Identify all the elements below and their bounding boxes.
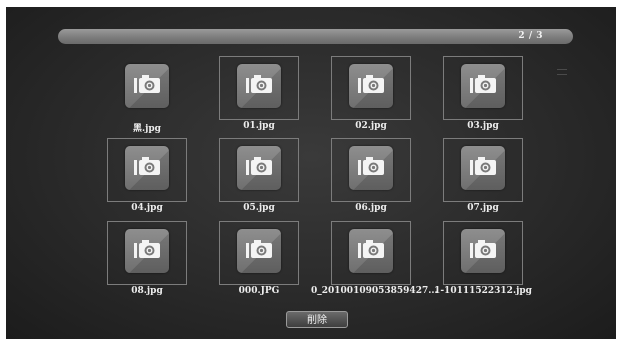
file-name-label: 05.jpg <box>243 203 275 213</box>
photo-camera-icon <box>237 229 281 273</box>
photo-camera-icon <box>125 64 169 108</box>
photo-camera-icon <box>237 146 281 190</box>
file-tile[interactable]: 04.jpg <box>107 138 187 218</box>
file-name-label: 1-10111522312.jpg <box>434 286 532 296</box>
file-browser-screen: 2 / 3 黑.jpg 01.jpg 02.jpg 03.jpg 04.jpg 05.jp… <box>6 7 616 339</box>
photo-camera-icon <box>461 229 505 273</box>
page-progress-bar: 2 / 3 <box>58 29 573 44</box>
file-tile[interactable]: 06.jpg <box>331 138 411 218</box>
photo-camera-icon <box>461 146 505 190</box>
file-tile[interactable]: 01.jpg <box>219 56 299 136</box>
photo-camera-icon <box>349 146 393 190</box>
file-name-label: 黑.jpg <box>133 124 161 134</box>
delete-button[interactable]: 削除 <box>286 311 348 328</box>
file-name-label: 000.JPG <box>238 286 280 296</box>
file-tile[interactable]: 02.jpg <box>331 56 411 136</box>
file-tile[interactable]: 000.JPG <box>219 221 299 301</box>
page-indicator: 2 / 3 <box>518 31 543 41</box>
scroll-hint-mark <box>557 69 567 75</box>
file-tile[interactable]: 07.jpg <box>443 138 523 218</box>
file-name-label: 04.jpg <box>131 203 163 213</box>
file-tile[interactable]: 03.jpg <box>443 56 523 136</box>
photo-camera-icon <box>237 64 281 108</box>
file-name-label: 08.jpg <box>131 286 163 296</box>
photo-camera-icon <box>349 229 393 273</box>
file-tile[interactable]: 0_20100109053859427... <box>311 221 438 301</box>
photo-camera-icon <box>125 146 169 190</box>
file-name-label: 01.jpg <box>243 121 275 131</box>
file-tile[interactable]: 05.jpg <box>219 138 299 218</box>
file-tile[interactable]: 黑.jpg <box>107 56 187 136</box>
photo-camera-icon <box>461 64 505 108</box>
file-name-label: 03.jpg <box>467 121 499 131</box>
file-name-label: 02.jpg <box>355 121 387 131</box>
photo-camera-icon <box>349 64 393 108</box>
file-name-label: 07.jpg <box>467 203 499 213</box>
file-name-label: 0_20100109053859427... <box>311 286 438 296</box>
file-tile[interactable]: 1-10111522312.jpg <box>434 221 532 301</box>
file-tile[interactable]: 08.jpg <box>107 221 187 301</box>
file-name-label: 06.jpg <box>355 203 387 213</box>
photo-camera-icon <box>125 229 169 273</box>
